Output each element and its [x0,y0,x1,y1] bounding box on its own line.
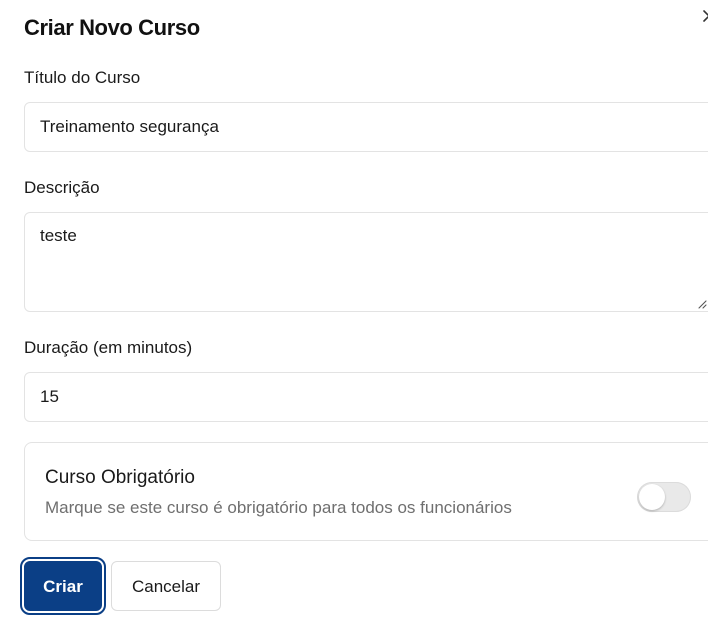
create-button[interactable]: Criar [20,557,106,615]
description-label: Descrição [24,178,100,197]
close-icon[interactable] [702,9,708,23]
mandatory-course-title: Curso Obrigatório [45,467,195,488]
mandatory-course-description: Marque se este curso é obrigatório para … [45,498,512,517]
duration-input[interactable] [24,372,708,422]
course-title-label: Título do Curso [24,68,141,87]
create-course-dialog: Criar Novo Curso Título do Curso Descriç… [0,0,708,627]
mandatory-course-toggle[interactable] [637,482,691,512]
mandatory-course-card: Curso Obrigatório Marque se este curso é… [24,442,708,541]
course-title-input[interactable] [24,102,708,152]
toggle-knob [639,484,665,510]
duration-label: Duração (em minutos) [24,338,193,357]
cancel-button[interactable]: Cancelar [111,561,221,611]
dialog-title: Criar Novo Curso [24,15,200,40]
description-textarea[interactable]: teste [24,212,708,312]
resize-grip-icon[interactable] [697,299,707,309]
